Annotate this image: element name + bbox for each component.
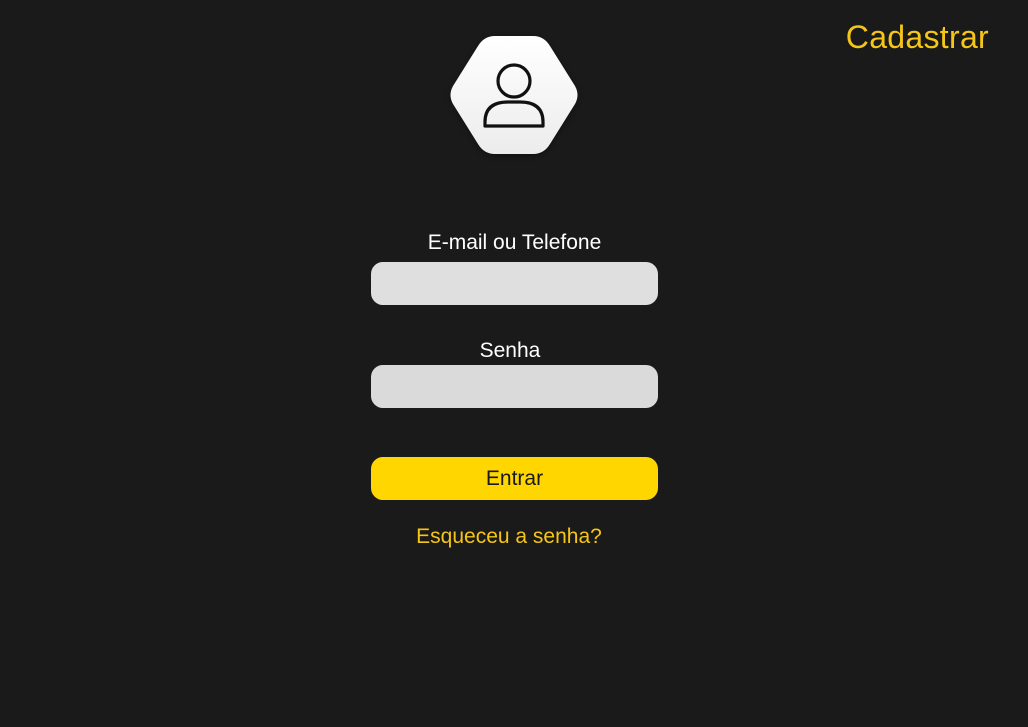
register-link[interactable]: Cadastrar	[846, 18, 989, 56]
email-label: E-mail ou Telefone	[427, 231, 602, 254]
login-button[interactable]: Entrar	[371, 457, 658, 500]
email-field[interactable]	[371, 262, 658, 305]
password-label: Senha	[479, 339, 541, 362]
avatar-hexagon	[450, 36, 578, 154]
password-field[interactable]	[371, 365, 658, 408]
avatar	[448, 34, 580, 156]
forgot-password-link[interactable]: Esqueceu a senha?	[371, 525, 647, 549]
